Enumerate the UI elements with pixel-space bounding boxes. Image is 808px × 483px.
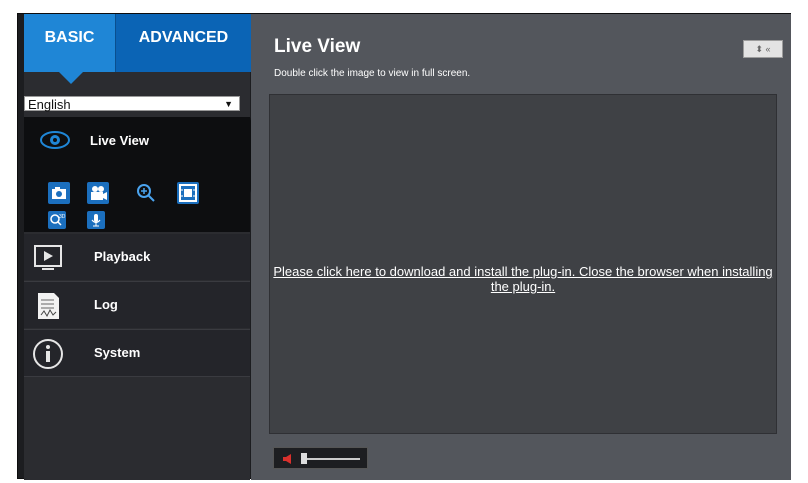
live-view-section: Live View 3D — [24, 117, 250, 232]
info-icon — [32, 338, 64, 370]
collapse-icon: ⬍ « — [755, 44, 771, 54]
playback-icon — [32, 242, 64, 274]
sidebar: BASIC ADVANCED English ▼ Live View 3D Pl… — [24, 14, 260, 480]
app-frame: BASIC ADVANCED English ▼ Live View 3D Pl… — [17, 13, 791, 480]
zoom-3d-icon[interactable]: 3D — [48, 211, 66, 229]
divider — [24, 376, 250, 377]
sidebar-item-playback[interactable]: Playback — [24, 234, 250, 280]
zoom-icon[interactable] — [135, 182, 157, 204]
volume-track — [306, 458, 360, 460]
tab-advanced[interactable]: ADVANCED — [115, 14, 251, 72]
active-tab-indicator — [57, 70, 85, 84]
sidebar-item-label: Live View — [90, 132, 150, 148]
page-subtitle: Double click the image to view in full s… — [274, 68, 471, 79]
record-icon[interactable] — [87, 182, 109, 204]
sidebar-item-label: Playback — [94, 249, 151, 264]
eye-icon — [40, 130, 70, 150]
sidebar-item-label: System — [94, 345, 141, 360]
language-select-value: English — [28, 97, 71, 112]
volume-knob[interactable] — [301, 453, 307, 464]
sidebar-item-log[interactable]: Log — [24, 282, 250, 328]
sidebar-item-live-view[interactable]: Live View — [24, 127, 250, 153]
svg-text:3D: 3D — [59, 214, 66, 220]
language-select[interactable]: English ▼ — [24, 96, 240, 112]
live-video-area[interactable]: Please click here to download and instal… — [269, 94, 777, 434]
log-icon — [32, 290, 64, 322]
sidebar-item-system[interactable]: System — [24, 330, 250, 376]
page-title: Live View — [274, 36, 361, 57]
plugin-download-link[interactable]: Please click here to download and instal… — [270, 264, 776, 294]
chevron-down-icon: ▼ — [224, 99, 233, 109]
collapse-button[interactable]: ⬍ « — [743, 40, 783, 58]
tab-basic[interactable]: BASIC — [24, 14, 115, 72]
speaker-icon — [282, 452, 296, 470]
mode-tabs: BASIC ADVANCED — [24, 14, 251, 72]
snapshot-icon[interactable] — [48, 182, 70, 204]
microphone-icon[interactable] — [87, 211, 105, 229]
frame-icon[interactable] — [177, 182, 199, 204]
volume-slider[interactable] — [273, 447, 368, 469]
main-panel: Live View Double click the image to view… — [251, 14, 791, 480]
sidebar-item-label: Log — [94, 297, 118, 312]
